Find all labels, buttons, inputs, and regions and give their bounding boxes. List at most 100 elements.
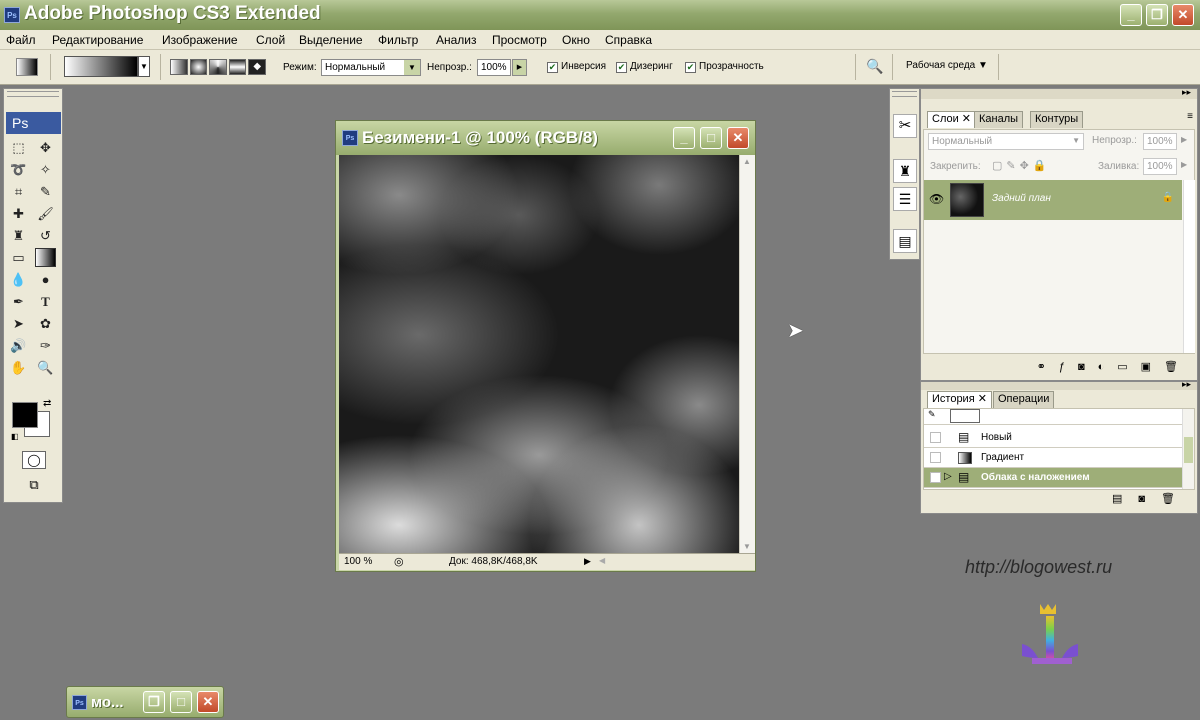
history-panel-header[interactable]: ▸▸ <box>921 379 1197 390</box>
opacity-input[interactable]: 100% <box>477 59 511 76</box>
blur-tool-icon[interactable]: 💧 <box>8 270 29 289</box>
quick-mask-icon[interactable]: ◯ <box>22 451 46 469</box>
history-brush-tool-icon[interactable]: ↺ <box>35 226 56 245</box>
hand-tool-icon[interactable]: ✋ <box>8 358 29 377</box>
marquee-tool-icon[interactable]: ⬚ <box>8 138 29 157</box>
menu-layer[interactable]: Слой <box>256 33 285 47</box>
history-source-checkbox[interactable] <box>930 472 941 483</box>
reflected-gradient-icon[interactable] <box>228 59 247 75</box>
radial-gradient-icon[interactable] <box>189 59 208 75</box>
document-maximize-button[interactable]: □ <box>700 127 722 149</box>
scroll-up-icon[interactable]: ▲ <box>743 157 751 166</box>
panel-menu-icon[interactable]: ≡ <box>1187 111 1193 122</box>
lock-options-icons[interactable]: ▢✎✥🔒 <box>992 159 1051 172</box>
brushes-panel-icon[interactable]: ✂ <box>893 114 917 138</box>
notes-tool-icon[interactable]: 🔊 <box>8 336 29 355</box>
tab-actions[interactable]: Операции <box>993 391 1055 408</box>
collapse-icon[interactable]: ▸▸ <box>1182 87 1191 98</box>
app-title-bar[interactable]: Ps Adobe Photoshop CS3 Extended _ ❐ ✕ <box>0 0 1200 30</box>
magic-wand-tool-icon[interactable]: ✧ <box>35 160 56 179</box>
menu-analysis[interactable]: Анализ <box>436 33 477 47</box>
history-source-checkbox[interactable] <box>930 452 941 463</box>
minimize-button[interactable]: _ <box>1120 4 1142 26</box>
document-title-bar[interactable]: Ps Безимени-1 @ 100% (RGB/8) _ □ ✕ <box>336 121 755 155</box>
crop-tool-icon[interactable]: ⌗ <box>8 182 29 201</box>
eraser-tool-icon[interactable]: ▭ <box>8 248 29 267</box>
document-close-button[interactable]: ✕ <box>727 127 749 149</box>
history-item-difference-clouds[interactable]: ▷ ▤ Облака с наложением <box>924 468 1182 488</box>
dodge-tool-icon[interactable]: ● <box>35 270 56 289</box>
document-window[interactable]: Ps Безимени-1 @ 100% (RGB/8) _ □ ✕ ▲ ▼ 1… <box>335 120 756 572</box>
minimized-restore-button[interactable]: ❐ <box>143 691 165 713</box>
custom-shape-tool-icon[interactable]: ✿ <box>35 314 56 333</box>
history-scrollbar[interactable] <box>1182 409 1194 489</box>
swap-colors-icon[interactable]: ⇄ <box>43 398 51 409</box>
restore-button[interactable]: ❐ <box>1146 4 1168 26</box>
gradient-dropdown-icon[interactable]: ▼ <box>138 56 150 77</box>
lasso-tool-icon[interactable]: ➰ <box>8 160 29 179</box>
dither-checkbox[interactable]: ✔ <box>616 62 627 73</box>
path-selection-tool-icon[interactable]: ➤ <box>8 314 29 333</box>
history-item-gradient[interactable]: Градиент <box>924 448 1182 468</box>
layers-scrollbar[interactable] <box>1183 180 1195 353</box>
layer-footer-icons[interactable]: ⚭ƒ◙◐▭▣🗑 <box>991 360 1191 376</box>
scroll-thumb[interactable] <box>1184 437 1193 463</box>
opacity-arrow-icon[interactable]: ▶ <box>1181 135 1187 144</box>
blend-mode-select[interactable]: Нормальный ▼ <box>928 133 1084 150</box>
history-item-new[interactable]: ▤ Новый <box>924 428 1182 448</box>
slice-tool-icon[interactable]: ✎ <box>35 182 56 201</box>
clone-stamp-tool-icon[interactable]: ♜ <box>8 226 29 245</box>
minimized-close-button[interactable]: ✕ <box>197 691 219 713</box>
toolbox-ps-logo[interactable]: Ps <box>6 112 61 134</box>
history-source-checkbox[interactable] <box>930 432 941 443</box>
collapse-icon[interactable]: ▸▸ <box>1182 379 1191 390</box>
vertical-scrollbar[interactable]: ▲ ▼ <box>739 155 755 553</box>
menu-view[interactable]: Просмотр <box>492 33 547 47</box>
default-colors-icon[interactable]: ◧ <box>11 432 19 441</box>
status-menu-icon[interactable]: ◎ <box>394 555 404 568</box>
move-tool-icon[interactable]: ✥ <box>35 138 56 157</box>
tab-layers[interactable]: Слои ✕ <box>927 111 977 128</box>
menu-edit[interactable]: Редактирование <box>52 33 143 47</box>
visibility-eye-icon[interactable]: 👁 <box>929 192 944 206</box>
menu-image[interactable]: Изображение <box>162 33 238 47</box>
zoom-level[interactable]: 100 % <box>344 556 372 567</box>
layer-name[interactable]: Задний план <box>992 193 1051 204</box>
status-arrow-icon[interactable]: ▶ <box>584 556 591 567</box>
menu-help[interactable]: Справка <box>605 33 652 47</box>
menu-select[interactable]: Выделение <box>299 33 363 47</box>
dock-grip[interactable] <box>892 91 917 97</box>
angle-gradient-icon[interactable] <box>209 59 227 75</box>
history-snapshot-row[interactable]: ✎ <box>924 409 1182 425</box>
layer-opacity-input[interactable]: 100% <box>1143 133 1177 150</box>
fill-arrow-icon[interactable]: ▶ <box>1181 160 1187 169</box>
toolbox-grip[interactable] <box>7 91 59 97</box>
layers-panel-header[interactable]: ▸▸ <box>921 87 1197 99</box>
eyedropper-tool-icon[interactable]: ✑ <box>35 336 56 355</box>
pen-tool-icon[interactable]: ✒ <box>8 292 29 311</box>
minimized-window[interactable]: Ps мо... ❐ □ ✕ <box>66 686 224 718</box>
workspace-menu[interactable]: Рабочая среда ▼ <box>906 60 988 71</box>
history-state-slider-icon[interactable]: ▷ <box>944 471 952 482</box>
zoom-tool-icon[interactable]: 🔍 <box>35 358 56 377</box>
image-canvas-clouds[interactable] <box>339 155 739 553</box>
history-footer-icons[interactable]: ▤◙🗑 <box>1081 492 1191 508</box>
notes-panel-icon[interactable]: ▤ <box>893 229 917 253</box>
mode-select[interactable]: Нормальный ▼ <box>321 59 421 76</box>
diamond-gradient-icon[interactable]: ◆ <box>248 59 266 75</box>
tool-preset-picker[interactable] <box>16 58 38 76</box>
menu-filter[interactable]: Фильтр <box>378 33 418 47</box>
scroll-down-icon[interactable]: ▼ <box>743 542 751 551</box>
document-minimize-button[interactable]: _ <box>673 127 695 149</box>
tab-paths[interactable]: Контуры <box>1030 111 1084 128</box>
minimized-maximize-button[interactable]: □ <box>170 691 192 713</box>
foreground-color-swatch[interactable] <box>12 402 38 428</box>
brush-tool-icon[interactable]: 🖌 <box>35 204 56 223</box>
reverse-checkbox[interactable]: ✔ <box>547 62 558 73</box>
layer-row-background[interactable]: 👁 Задний план 🔒 <box>924 180 1182 220</box>
transparency-checkbox[interactable]: ✔ <box>685 62 696 73</box>
fill-input[interactable]: 100% <box>1143 158 1177 175</box>
menu-file[interactable]: Файл <box>6 33 36 47</box>
close-button[interactable]: ✕ <box>1172 4 1194 26</box>
tab-history[interactable]: История ✕ <box>927 391 992 408</box>
